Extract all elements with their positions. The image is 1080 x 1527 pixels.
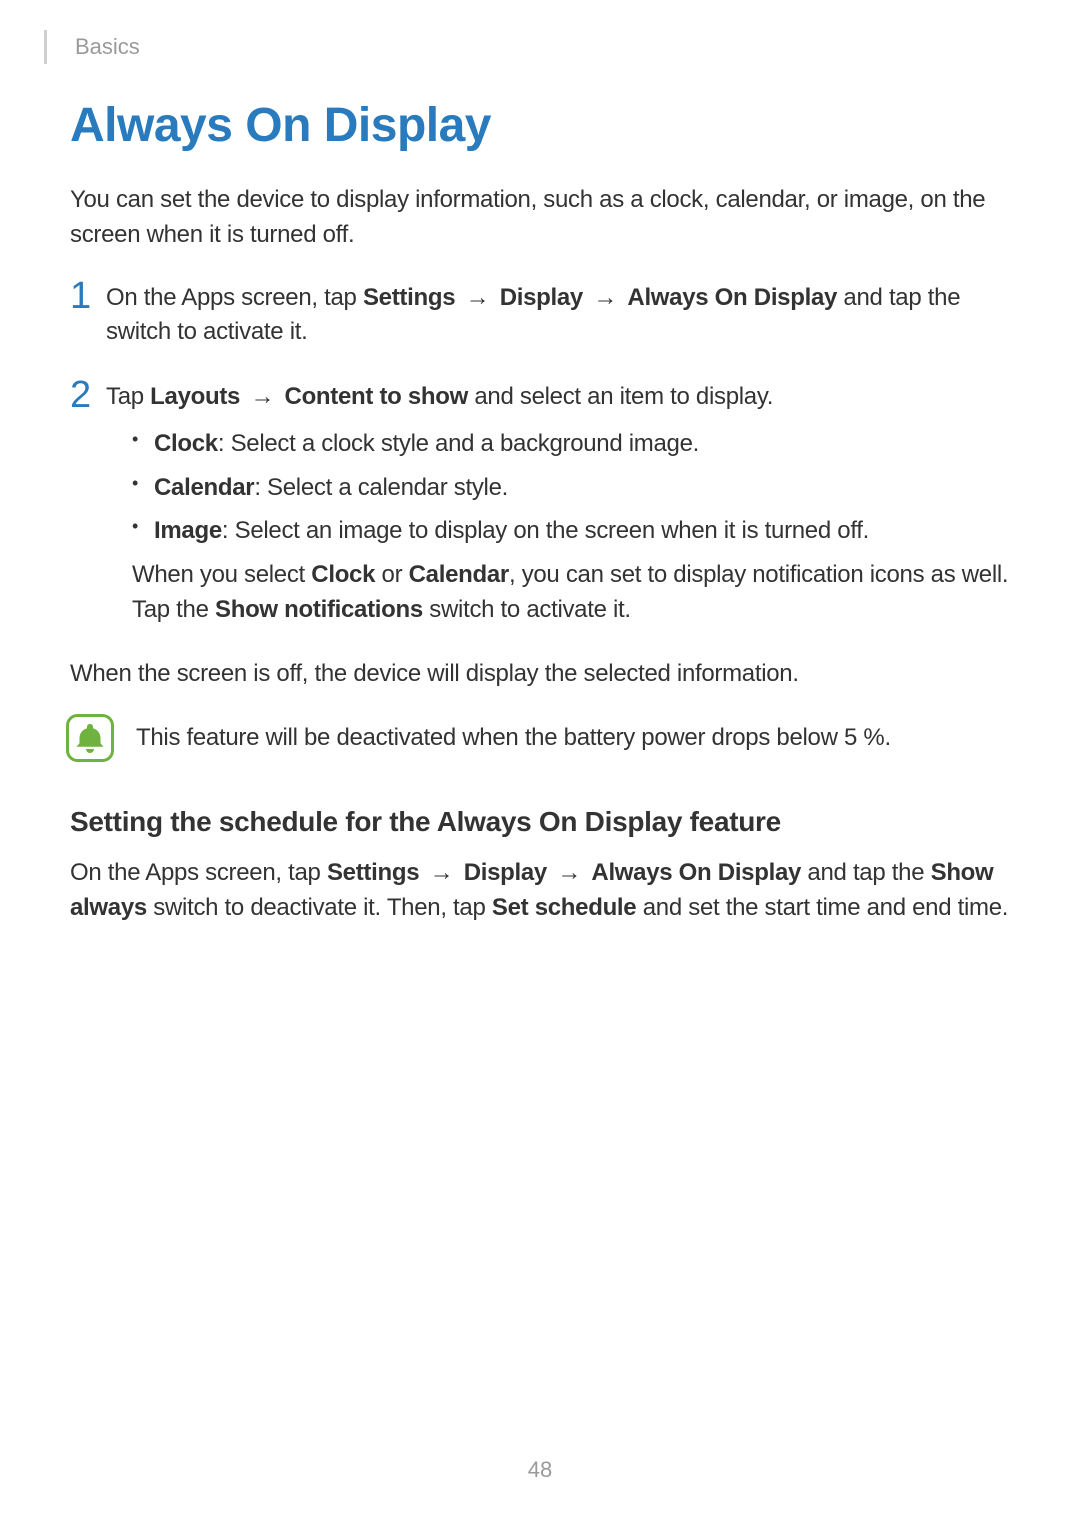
t: : Select an image to display on the scre… — [222, 517, 869, 544]
section-label: Basics — [75, 34, 140, 60]
page-header: Basics — [44, 30, 140, 64]
page-number: 48 — [0, 1457, 1080, 1483]
page-content: Always On Display You can set the device… — [70, 98, 1010, 926]
list-item-clock: Clock: Select a clock style and a backgr… — [132, 427, 1010, 461]
bold-content-to-show: Content to show — [285, 383, 468, 410]
step-2-text: Tap Layouts → Content to show and select… — [106, 380, 1010, 415]
note-callout: This feature will be deactivated when th… — [70, 714, 1010, 762]
step-1-text: On the Apps screen, tap Settings → Displ… — [106, 281, 1010, 351]
note-text: This feature will be deactivated when th… — [136, 721, 891, 755]
bell-icon — [66, 714, 114, 762]
bold-clock: Clock — [311, 561, 375, 588]
bold-set-schedule: Set schedule — [492, 894, 636, 921]
intro-paragraph: You can set the device to display inform… — [70, 183, 1010, 253]
bold-display: Display — [500, 284, 583, 311]
bold-calendar: Calendar — [154, 474, 254, 501]
bold-show-notifications: Show notifications — [215, 596, 423, 623]
arrow-icon: → — [240, 383, 284, 410]
bold-calendar: Calendar — [409, 561, 509, 588]
step-2: 2 Tap Layouts → Content to show and sele… — [70, 380, 1010, 635]
t: switch to deactivate it. Then, tap — [147, 894, 492, 921]
content-options-list: Clock: Select a clock style and a backgr… — [132, 427, 1010, 548]
step-number-1: 1 — [70, 277, 106, 315]
bold-clock: Clock — [154, 430, 218, 457]
t: and tap the — [801, 859, 931, 886]
step-number-2: 2 — [70, 376, 106, 414]
subheading-schedule: Setting the schedule for the Always On D… — [70, 806, 1010, 838]
t: switch to activate it. — [423, 596, 631, 623]
t: and select an item to display. — [468, 383, 773, 410]
step-1-body: On the Apps screen, tap Settings → Displ… — [106, 281, 1010, 359]
bold-settings: Settings — [327, 859, 419, 886]
t: When you select — [132, 561, 311, 588]
step-2-body: Tap Layouts → Content to show and select… — [106, 380, 1010, 635]
t: or — [375, 561, 408, 588]
schedule-paragraph: On the Apps screen, tap Settings → Displ… — [70, 856, 1010, 926]
arrow-icon: → — [419, 859, 463, 886]
t: : Select a clock style and a background … — [218, 430, 699, 457]
arrow-icon: → — [455, 284, 499, 311]
bold-image: Image — [154, 517, 222, 544]
step-1: 1 On the Apps screen, tap Settings → Dis… — [70, 281, 1010, 359]
header-divider — [44, 30, 47, 64]
list-item-calendar: Calendar: Select a calendar style. — [132, 471, 1010, 505]
t: On the Apps screen, tap — [106, 284, 363, 311]
bold-aod: Always On Display — [627, 284, 837, 311]
arrow-icon: → — [547, 859, 591, 886]
list-item-image: Image: Select an image to display on the… — [132, 514, 1010, 548]
t: : Select a calendar style. — [254, 474, 508, 501]
t: On the Apps screen, tap — [70, 859, 327, 886]
bold-aod: Always On Display — [591, 859, 801, 886]
step-2-subnote: When you select Clock or Calendar, you c… — [132, 558, 1010, 628]
bold-display: Display — [464, 859, 547, 886]
bold-layouts: Layouts — [150, 383, 240, 410]
page-title: Always On Display — [70, 98, 1010, 153]
arrow-icon: → — [583, 284, 627, 311]
bold-settings: Settings — [363, 284, 455, 311]
t: Tap — [106, 383, 150, 410]
t: and set the start time and end time. — [636, 894, 1008, 921]
after-steps-text: When the screen is off, the device will … — [70, 657, 1010, 692]
